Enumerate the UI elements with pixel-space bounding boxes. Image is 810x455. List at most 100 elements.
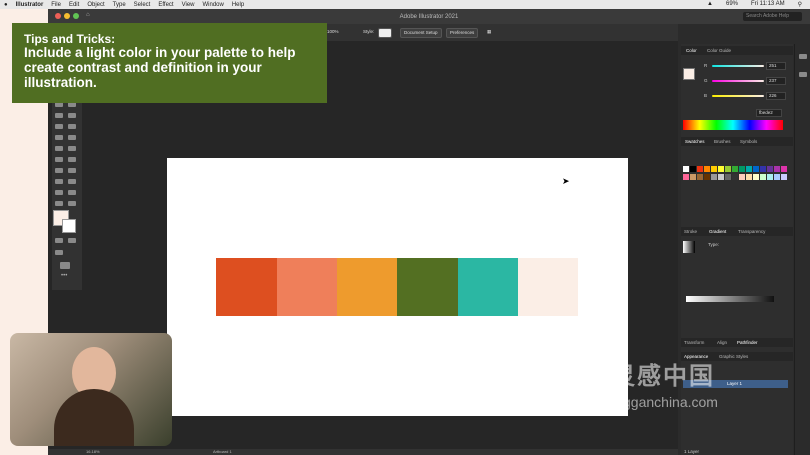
graph-tool-icon[interactable] — [68, 179, 76, 184]
scale-tool-icon[interactable] — [68, 124, 76, 129]
minimize-window-button[interactable] — [64, 13, 70, 19]
swatch-cell[interactable] — [732, 174, 738, 180]
artboard-tool-icon[interactable] — [55, 190, 63, 195]
spotlight-icon[interactable]: ⚲ — [794, 1, 806, 8]
swatch-cell[interactable] — [725, 166, 731, 172]
swatch-cell[interactable] — [718, 166, 724, 172]
hex-value-input[interactable]: fbede2 — [756, 109, 782, 117]
gradient-slider[interactable] — [686, 296, 774, 302]
tab-color-guide[interactable]: Color Guide — [707, 48, 731, 53]
b-slider[interactable] — [712, 95, 764, 97]
status-artboard[interactable]: Artboard 1 — [213, 449, 232, 454]
tab-brushes[interactable]: Brushes — [714, 139, 731, 144]
hand-tool-icon[interactable] — [55, 201, 63, 206]
swatch-cell[interactable] — [697, 166, 703, 172]
menu-file[interactable]: File — [47, 2, 65, 8]
clock[interactable]: Fri 11:13 AM — [747, 1, 789, 8]
gradient-thumbnail[interactable] — [683, 241, 695, 253]
b-value-input[interactable]: 226 — [766, 92, 786, 100]
swatch-cell[interactable] — [711, 174, 717, 180]
pencil-tool-icon[interactable] — [55, 113, 63, 118]
menu-effect[interactable]: Effect — [154, 2, 177, 8]
tab-pathfinder[interactable]: Pathfinder — [737, 340, 758, 345]
rotate-tool-icon[interactable] — [55, 124, 63, 129]
tab-transparency[interactable]: Transparency — [738, 229, 765, 234]
draw-mode-icon[interactable] — [55, 250, 63, 255]
swatch-cell[interactable] — [746, 174, 752, 180]
menu-window[interactable]: Window — [199, 2, 228, 8]
eraser-tool-icon[interactable] — [68, 113, 76, 118]
swatch-cell[interactable] — [753, 166, 759, 172]
close-window-button[interactable] — [55, 13, 61, 19]
swatch-cell[interactable] — [760, 174, 766, 180]
zoom-tool-icon[interactable] — [68, 201, 76, 206]
swatch-cell[interactable] — [697, 174, 703, 180]
zoom-window-button[interactable] — [73, 13, 79, 19]
menu-object[interactable]: Object — [83, 2, 108, 8]
blend-tool-icon[interactable] — [68, 168, 76, 173]
color-mode-icon[interactable] — [55, 238, 63, 243]
swatch-cell[interactable] — [711, 166, 717, 172]
menu-view[interactable]: View — [178, 2, 199, 8]
swatch-cell[interactable] — [739, 166, 745, 172]
shape-builder-tool-icon[interactable] — [55, 146, 63, 151]
tab-color[interactable]: Color — [686, 48, 697, 53]
home-icon[interactable]: ⌂ — [86, 12, 90, 18]
menu-illustrator[interactable]: Illustrator — [12, 2, 48, 8]
tab-align[interactable]: Align — [717, 340, 727, 345]
gradient-tool-icon[interactable] — [55, 157, 63, 162]
menu-type[interactable]: Type — [109, 2, 130, 8]
color-fill-swatch[interactable] — [683, 68, 695, 80]
screen-mode-icon[interactable] — [60, 262, 70, 269]
slice-tool-icon[interactable] — [68, 190, 76, 195]
tab-gradient[interactable]: Gradient — [709, 229, 726, 234]
tab-stroke[interactable]: Stroke — [684, 229, 697, 234]
preferences-button[interactable]: Preferences — [446, 28, 479, 38]
g-slider[interactable] — [712, 80, 764, 82]
swatch-cell[interactable] — [781, 166, 787, 172]
swatch-cell[interactable] — [774, 174, 780, 180]
gradient-mode-icon[interactable] — [68, 238, 76, 243]
palette-swatch-6[interactable] — [518, 258, 578, 316]
swatch-cell[interactable] — [746, 166, 752, 172]
tab-symbols[interactable]: Symbols — [740, 139, 757, 144]
swatch-cell[interactable] — [767, 174, 773, 180]
stroke-swatch[interactable] — [62, 219, 76, 233]
swatch-cell[interactable] — [767, 166, 773, 172]
swatch-cell[interactable] — [753, 174, 759, 180]
menu-select[interactable]: Select — [130, 2, 155, 8]
tab-swatches[interactable]: Swatches — [685, 139, 705, 144]
search-help-input[interactable]: Search Adobe Help — [743, 12, 802, 21]
arrange-icon[interactable]: ▦ — [484, 28, 494, 36]
swatch-cell[interactable] — [704, 174, 710, 180]
properties-icon[interactable] — [799, 54, 807, 59]
swatch-cell[interactable] — [760, 166, 766, 172]
width-tool-icon[interactable] — [55, 135, 63, 140]
free-transform-tool-icon[interactable] — [68, 135, 76, 140]
apple-icon[interactable]: ● — [0, 2, 12, 8]
swatch-cell[interactable] — [718, 174, 724, 180]
palette-swatch-4[interactable] — [397, 258, 458, 316]
tab-transform[interactable]: Transform — [684, 340, 704, 345]
palette-swatch-1[interactable] — [216, 258, 277, 316]
wifi-icon[interactable]: ▲ — [703, 1, 717, 8]
swatch-cell[interactable] — [683, 174, 689, 180]
perspective-tool-icon[interactable] — [68, 146, 76, 151]
style-swatch[interactable] — [378, 28, 392, 38]
status-zoom[interactable]: 16.18% — [86, 449, 100, 454]
mesh-tool-icon[interactable] — [68, 157, 76, 162]
swatch-cell[interactable] — [725, 174, 731, 180]
eyedropper-tool-icon[interactable] — [55, 168, 63, 173]
color-spectrum[interactable] — [683, 120, 783, 130]
palette-swatch-3[interactable] — [337, 258, 397, 316]
more-tools-icon[interactable]: ••• — [61, 273, 67, 279]
r-slider[interactable] — [712, 65, 764, 67]
palette-swatch-5[interactable] — [458, 258, 518, 316]
r-value-input[interactable]: 251 — [766, 62, 786, 70]
swatch-cell[interactable] — [739, 174, 745, 180]
g-value-input[interactable]: 237 — [766, 77, 786, 85]
menu-edit[interactable]: Edit — [65, 2, 83, 8]
swatch-cell[interactable] — [732, 166, 738, 172]
menu-help[interactable]: Help — [228, 2, 248, 8]
swatch-cell[interactable] — [690, 174, 696, 180]
